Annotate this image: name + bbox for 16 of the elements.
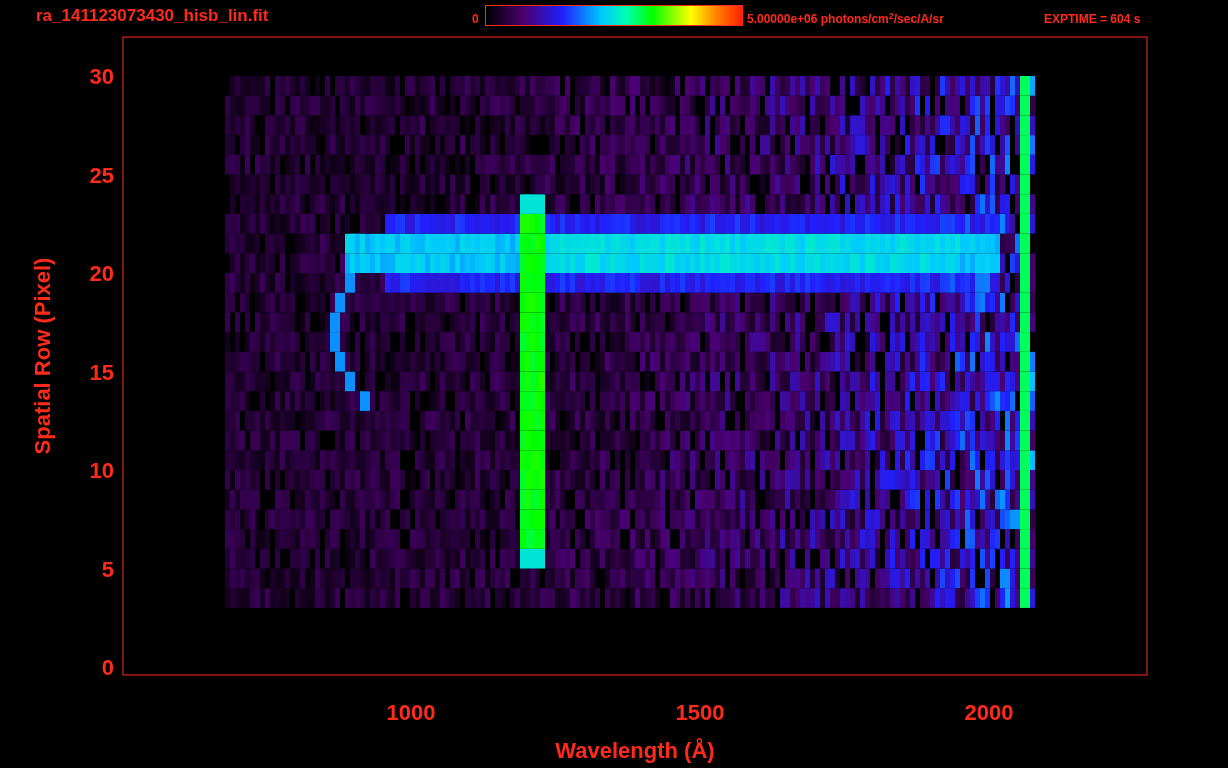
y-tick-label: 10	[89, 458, 114, 483]
y-axis-label: Spatial Row (Pixel)	[30, 257, 55, 455]
y-tick-label: 0	[101, 655, 114, 680]
file-name: ra_141123073430_hisb_lin.fit	[36, 6, 269, 26]
colorbar-min-label: 0	[472, 12, 479, 26]
colorbar-max-label: 5.00000e+06 photons/cm$^{2}$/sec/A/sr	[747, 12, 944, 26]
x-tick-label: 1000	[386, 700, 436, 725]
x-tick-label: 1500	[675, 700, 725, 725]
y-tick-label: 30	[89, 64, 114, 89]
y-tick-label: 15	[89, 359, 114, 385]
x-tick-label: 2000	[964, 700, 1014, 725]
y-tick-label: 20	[89, 261, 114, 286]
y-tick-label: 25	[89, 162, 114, 188]
x-axis-label: Wavelength (Å)	[555, 738, 715, 763]
y-tick-label: 5	[101, 556, 114, 582]
exposure-time: EXPTIME = 604 s	[1044, 12, 1141, 26]
